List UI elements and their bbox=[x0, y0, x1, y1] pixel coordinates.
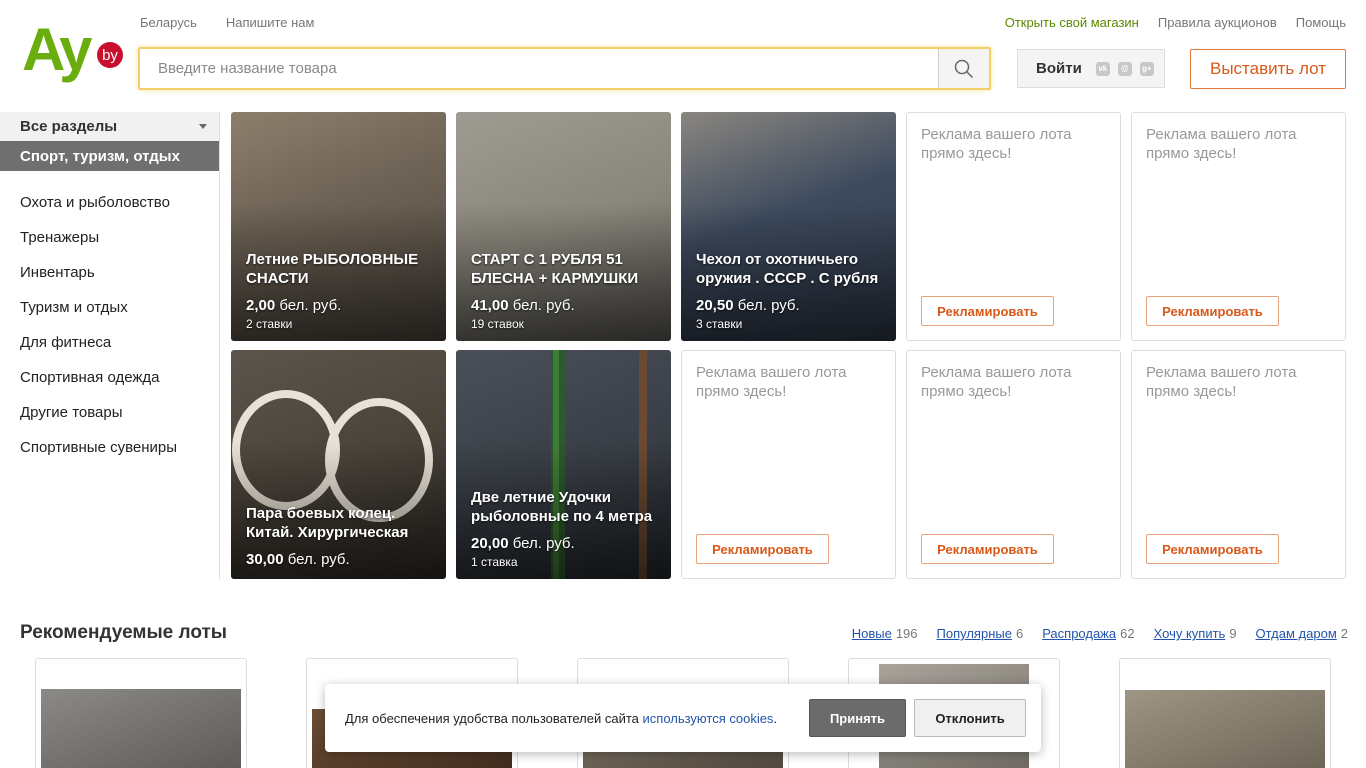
contact-link[interactable]: Напишите нам bbox=[226, 15, 315, 30]
ad-text: Реклама вашего лота прямо здесь! bbox=[1146, 364, 1297, 400]
sell-lot-button[interactable]: Выставить лот bbox=[1190, 49, 1346, 89]
advertise-button[interactable]: Рекламировать bbox=[696, 534, 829, 564]
open-shop-link[interactable]: Открыть свой магазин bbox=[1005, 15, 1139, 30]
advertise-button[interactable]: Рекламировать bbox=[921, 296, 1054, 326]
tab-give-away: Отдам даром 2 bbox=[1255, 626, 1348, 641]
lot-info: Чехол от охотничьего оружия . СССР . С р… bbox=[696, 250, 886, 331]
search-button[interactable] bbox=[938, 49, 989, 88]
lot-info: Две летние Удочки рыболовные по 4 метра … bbox=[471, 488, 661, 569]
advertise-button[interactable]: Рекламировать bbox=[921, 534, 1054, 564]
caret-down-icon bbox=[199, 124, 207, 129]
recommended-tabs: Новые 196 Популярные 6 Распродажа 62 Хочу к… bbox=[852, 626, 1348, 641]
category-item[interactable]: Спортивная одежда bbox=[0, 360, 219, 395]
cookie-text: Для обеспечения удобства пользователей с… bbox=[345, 710, 778, 726]
lot-tile[interactable]: Чехол от охотничьего оружия . СССР . С р… bbox=[681, 112, 896, 341]
category-list: Охота и рыболовство Тренажеры Инвентарь … bbox=[0, 185, 219, 465]
tab-new: Новые 196 bbox=[851, 626, 918, 641]
lot-price: 2,00 бел. руб. bbox=[246, 297, 342, 314]
ad-text: Реклама вашего лота прямо здесь! bbox=[921, 364, 1072, 400]
search-bar bbox=[138, 47, 991, 90]
cookie-link[interactable]: используются cookies bbox=[643, 711, 774, 726]
lot-bids: 2 ставки bbox=[246, 317, 293, 331]
lot-title: Пара боевых колец. Китай. Хирургическая bbox=[246, 505, 409, 541]
site-logo[interactable]: Ay by bbox=[22, 16, 126, 84]
recommended-card[interactable] bbox=[35, 658, 247, 768]
category-item[interactable]: Охота и рыболовство bbox=[0, 185, 219, 220]
all-sections-label: Все разделы bbox=[20, 118, 118, 135]
logo-text: Ay bbox=[22, 18, 93, 83]
lot-info: Летние РЫБОЛОВНЫЕ СНАСТИ 2,00 бел. руб. … bbox=[246, 250, 436, 331]
ad-tile: Реклама вашего лота прямо здесь! Реклами… bbox=[906, 112, 1121, 341]
lot-info: СТАРТ С 1 РУБЛЯ 51 БЛЕСНА + КАРМУШКИ 41,… bbox=[471, 250, 661, 331]
auction-rules-link[interactable]: Правила аукционов bbox=[1158, 15, 1277, 30]
tab-popular: Популярные 6 bbox=[936, 626, 1024, 641]
ad-tile: Реклама вашего лота прямо здесь! Реклами… bbox=[1131, 350, 1346, 579]
lot-price: 20,50 бел. руб. bbox=[696, 297, 800, 314]
advertise-button[interactable]: Рекламировать bbox=[1146, 534, 1279, 564]
top-links-left: Беларусь Напишите нам bbox=[140, 15, 314, 30]
category-item[interactable]: Инвентарь bbox=[0, 255, 219, 290]
lot-tile[interactable]: Две летние Удочки рыболовные по 4 метра … bbox=[456, 350, 671, 579]
top-links-right: Открыть свой магазин Правила аукционов П… bbox=[1005, 15, 1346, 30]
lot-price: 20,00 бел. руб. bbox=[471, 535, 575, 552]
lot-price: 30,00 бел. руб. bbox=[246, 551, 350, 568]
lot-tile[interactable]: Летние РЫБОЛОВНЫЕ СНАСТИ 2,00 бел. руб. … bbox=[231, 112, 446, 341]
vk-icon[interactable]: vk bbox=[1095, 61, 1110, 76]
search-icon bbox=[954, 59, 974, 78]
category-item[interactable]: Тренажеры bbox=[0, 220, 219, 255]
ad-tile: Реклама вашего лота прямо здесь! Реклами… bbox=[906, 350, 1121, 579]
search-input[interactable] bbox=[140, 49, 938, 88]
all-sections-dropdown[interactable]: Все разделы bbox=[0, 112, 219, 141]
recommended-photo bbox=[41, 689, 241, 768]
category-sidebar: Все разделы Спорт, туризм, отдых Охота и… bbox=[0, 112, 220, 579]
recommended-title: Рекомендуемые лоты bbox=[20, 622, 228, 643]
lot-tile[interactable]: СТАРТ С 1 РУБЛЯ 51 БЛЕСНА + КАРМУШКИ 41,… bbox=[456, 112, 671, 341]
ad-text: Реклама вашего лота прямо здесь! bbox=[696, 364, 847, 400]
logo-badge-text: by bbox=[102, 47, 118, 64]
login-button[interactable]: Войти vk @ g+ bbox=[1017, 49, 1165, 88]
cookie-banner: Для обеспечения удобства пользователей с… bbox=[325, 684, 1041, 752]
lot-title: Летние РЫБОЛОВНЫЕ СНАСТИ bbox=[246, 251, 419, 287]
ad-text: Реклама вашего лота прямо здесь! bbox=[1146, 126, 1297, 162]
ad-tile: Реклама вашего лота прямо здесь! Реклами… bbox=[1131, 112, 1346, 341]
accept-cookies-button[interactable]: Принять bbox=[809, 699, 906, 737]
recommended-photo bbox=[1125, 690, 1325, 768]
advertise-button[interactable]: Рекламировать bbox=[1146, 296, 1279, 326]
lot-title: Две летние Удочки рыболовные по 4 метра bbox=[471, 489, 653, 525]
tab-want-to-buy: Хочу купить 9 bbox=[1153, 626, 1237, 641]
ad-text: Реклама вашего лота прямо здесь! bbox=[921, 126, 1072, 162]
lot-price: 41,00 бел. руб. bbox=[471, 297, 575, 314]
ad-tile: Реклама вашего лота прямо здесь! Реклами… bbox=[681, 350, 896, 579]
category-item[interactable]: Для фитнеса bbox=[0, 325, 219, 360]
recommended-card[interactable] bbox=[1119, 658, 1331, 768]
lot-info: Пара боевых колец. Китай. Хирургическая … bbox=[246, 504, 436, 569]
category-item[interactable]: Туризм и отдых bbox=[0, 290, 219, 325]
category-item[interactable]: Другие товары bbox=[0, 395, 219, 430]
google-plus-icon[interactable]: g+ bbox=[1139, 61, 1154, 76]
lot-bids: 19 ставок bbox=[471, 317, 524, 331]
current-section[interactable]: Спорт, туризм, отдых bbox=[0, 141, 219, 171]
category-item[interactable]: Спортивные сувениры bbox=[0, 430, 219, 465]
region-link[interactable]: Беларусь bbox=[140, 15, 197, 30]
login-label: Войти bbox=[1036, 60, 1082, 77]
lot-title: СТАРТ С 1 РУБЛЯ 51 БЛЕСНА + КАРМУШКИ bbox=[471, 251, 639, 287]
help-link[interactable]: Помощь bbox=[1296, 15, 1346, 30]
lot-bids: 3 ставки bbox=[696, 317, 743, 331]
lot-title: Чехол от охотничьего оружия . СССР . С р… bbox=[696, 251, 879, 287]
lot-bids: 1 ставка bbox=[471, 555, 518, 569]
lot-tile[interactable]: Пара боевых колец. Китай. Хирургическая … bbox=[231, 350, 446, 579]
tab-sale: Распродажа 62 bbox=[1042, 626, 1135, 641]
mail-ru-icon[interactable]: @ bbox=[1117, 61, 1132, 76]
decline-cookies-button[interactable]: Отклонить bbox=[914, 699, 1026, 737]
